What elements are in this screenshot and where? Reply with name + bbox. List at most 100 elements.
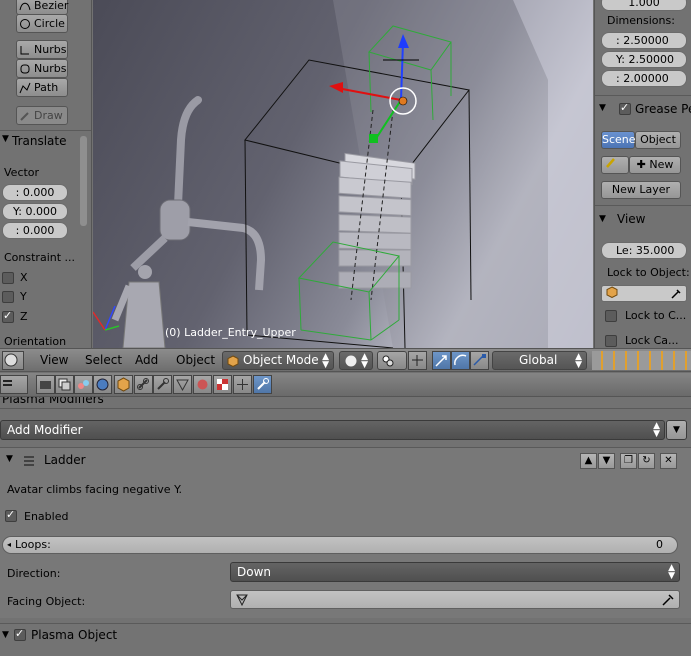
dimension-x-field[interactable]: : 2.50000 <box>601 32 687 49</box>
move-up-button[interactable]: ▲ <box>580 453 597 469</box>
collapse-arrow-icon[interactable]: ▼ <box>599 214 606 224</box>
collapse-arrow-icon[interactable]: ▼ <box>599 103 606 113</box>
plasma-context-tab[interactable] <box>253 375 272 394</box>
translate-arrow-icon <box>435 355 447 367</box>
dimension-y-field[interactable]: Y: 2.50000 <box>601 51 687 68</box>
copy-button[interactable]: ❐ <box>620 453 637 469</box>
circle-icon <box>20 18 30 29</box>
transform-orientation-selector[interactable]: Global ▲ ▼ <box>492 351 587 370</box>
mode-selector[interactable]: Object Mode ▲ ▼ <box>222 351 334 370</box>
texture-context-tab[interactable] <box>213 375 232 394</box>
copy-icon: ❐ <box>624 455 633 466</box>
viewport-shading-selector[interactable]: ▲ ▼ <box>339 351 373 370</box>
particles-context-tab[interactable] <box>233 375 252 394</box>
plasma-wrench-icon <box>257 378 269 390</box>
constraint-y-checkbox[interactable] <box>2 291 14 303</box>
remove-modifier-button[interactable]: ✕ <box>660 453 677 469</box>
collapse-arrow-icon[interactable]: ▼ <box>6 454 13 464</box>
add-modifier-dropdown[interactable]: Add Modifier ▲ ▼ <box>0 420 665 440</box>
lock-to-cursor-label: Lock to C... <box>625 309 687 322</box>
collapse-arrow-icon[interactable]: ▼ <box>2 134 9 144</box>
pivot-point-selector[interactable] <box>377 351 407 370</box>
new-layer-button[interactable]: New Layer <box>601 181 681 199</box>
modifiers-context-tab[interactable] <box>153 375 172 394</box>
translate-manipulator-button[interactable] <box>432 351 451 370</box>
menu-view[interactable]: View <box>40 353 68 367</box>
material-context-tab[interactable] <box>193 375 212 394</box>
modifier-menu-button[interactable]: ▼ <box>666 420 687 440</box>
grease-pencil-checkbox[interactable] <box>619 101 631 115</box>
plasma-object-title[interactable]: Plasma Object <box>31 628 117 642</box>
plasma-modifiers-panel: Plasma Modifiers Add Modifier ▲ ▼ ▼ ▼ Lad… <box>0 397 691 656</box>
translate-panel-title[interactable]: Translate <box>12 134 67 148</box>
render-layers-context-tab[interactable] <box>55 375 74 394</box>
nurbs-curve-tool-button[interactable]: Nurbs <box>16 40 68 59</box>
constraint-x-checkbox[interactable] <box>2 272 14 284</box>
menu-object[interactable]: Object <box>176 353 215 367</box>
path-icon <box>19 82 31 93</box>
constraint-label: Constraint ... <box>4 251 76 264</box>
path-tool-button[interactable]: Path <box>16 78 68 97</box>
manipulator-toggle[interactable] <box>408 351 427 370</box>
bezier-tool-button[interactable]: Bezier <box>16 0 68 15</box>
scale-manipulator-button[interactable] <box>470 351 489 370</box>
view-panel-title[interactable]: View <box>617 212 645 226</box>
scale-field[interactable]: 1.000 <box>601 0 687 11</box>
loops-value: 0 <box>656 538 663 551</box>
constraints-context-tab[interactable] <box>134 375 153 394</box>
scrollbar[interactable] <box>80 136 87 226</box>
lock-object-field[interactable] <box>601 285 687 302</box>
properties-editor-type-button[interactable] <box>0 375 28 394</box>
eyedropper-icon[interactable] <box>670 288 682 300</box>
scene-tab[interactable]: Scene <box>601 131 636 149</box>
object-context-tab[interactable] <box>114 375 133 394</box>
vector-z-field[interactable]: : 0.000 <box>2 222 68 239</box>
enabled-checkbox[interactable] <box>5 508 17 522</box>
move-down-button[interactable]: ▼ <box>598 453 615 469</box>
draw-button[interactable]: Draw <box>16 106 68 125</box>
plasma-object-checkbox[interactable] <box>14 627 26 641</box>
lock-camera-checkbox[interactable] <box>605 335 617 347</box>
loops-slider[interactable]: ◂ Loops: 0 <box>2 536 678 554</box>
active-object-label: (0) Ladder_Entry_Upper <box>165 326 296 339</box>
plus-icon: ✚ <box>636 158 646 171</box>
axis-x-label: X <box>20 271 28 284</box>
new-grease-button[interactable]: ✚ New <box>629 156 681 174</box>
facing-object-field[interactable] <box>230 590 680 609</box>
object-tab[interactable]: Object <box>635 131 681 149</box>
circle-tool-button[interactable]: Circle <box>16 14 68 33</box>
editor-type-button[interactable] <box>2 351 24 370</box>
divider <box>595 205 691 206</box>
dimension-z-field[interactable]: : 2.00000 <box>601 70 687 87</box>
layer-buttons[interactable] <box>592 351 691 370</box>
menu-select[interactable]: Select <box>85 353 122 367</box>
divider <box>0 408 691 409</box>
chevron-down-icon: ▼ <box>673 425 680 435</box>
grease-pencil-datablock-button[interactable] <box>601 156 629 174</box>
grease-pencil-title[interactable]: Grease Pe <box>635 102 691 116</box>
particles-icon <box>237 379 248 390</box>
vector-y-field[interactable]: Y: 0.000 <box>2 203 68 220</box>
scene-context-tab[interactable] <box>74 375 93 394</box>
collapse-arrow-icon[interactable]: ▼ <box>2 630 9 640</box>
3d-viewport[interactable]: (0) Ladder_Entry_Upper <box>93 0 593 348</box>
direction-dropdown[interactable]: Down ▲ ▼ <box>230 562 680 582</box>
enabled-label: Enabled <box>24 510 69 523</box>
mesh-data-icon <box>176 379 189 392</box>
rotate-manipulator-button[interactable] <box>451 351 470 370</box>
dropdown-arrows-icon: ▲ ▼ <box>322 352 329 370</box>
constraint-z-checkbox[interactable] <box>2 309 14 323</box>
pencil-icon <box>606 158 615 168</box>
manipulator-icon <box>412 355 423 366</box>
vector-x-field[interactable]: : 0.000 <box>2 184 68 201</box>
lens-field[interactable]: Le: 35.000 <box>601 242 687 259</box>
eyedropper-icon[interactable] <box>661 593 675 607</box>
reset-button[interactable]: ↻ <box>638 453 655 469</box>
menu-add[interactable]: Add <box>135 353 158 367</box>
nurbs-circle-tool-button[interactable]: Nurbs <box>16 59 68 78</box>
divider <box>0 130 91 131</box>
lock-to-cursor-checkbox[interactable] <box>605 310 617 322</box>
render-context-tab[interactable] <box>36 375 55 394</box>
data-context-tab[interactable] <box>173 375 192 394</box>
world-context-tab[interactable] <box>93 375 112 394</box>
